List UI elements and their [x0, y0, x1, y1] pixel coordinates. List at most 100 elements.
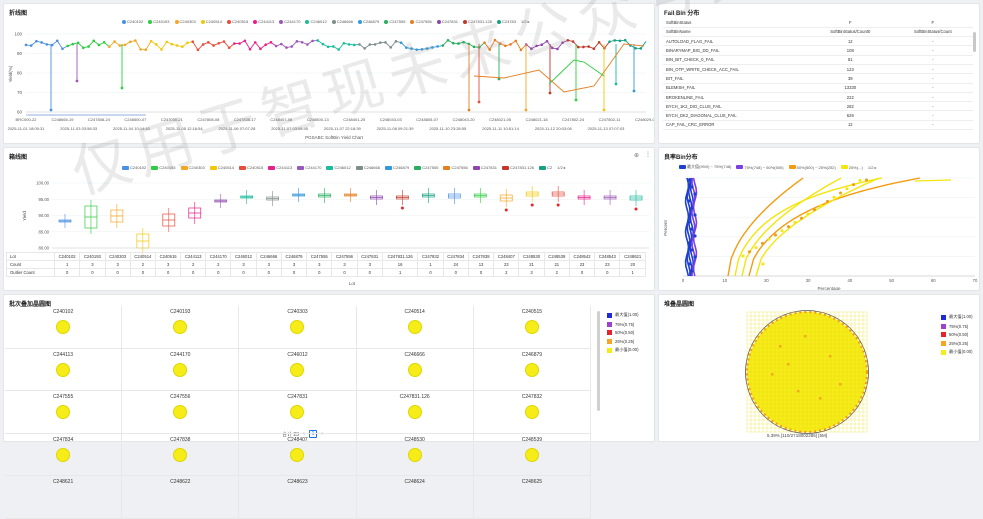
series-point [556, 48, 559, 51]
lot-map-cell[interactable]: C246666 [357, 349, 474, 392]
lot-map-cell[interactable]: C240303 [239, 306, 356, 349]
cum-chart[interactable]: 010203040506070PercentagePercent [659, 148, 980, 291]
wafer-map-thumbnail [56, 363, 70, 377]
series-point [587, 45, 590, 48]
series-point [473, 46, 476, 49]
legend-item[interactable]: 50%(0.50) [607, 328, 639, 337]
lot-map-cell[interactable]: C247834 [5, 434, 122, 477]
legend-item[interactable]: 最小值(0.00) [607, 346, 639, 355]
lot-map-scrollbar[interactable] [597, 311, 600, 411]
wafer-map-thumbnail [290, 405, 304, 419]
lot-map-cell[interactable]: C240515 [474, 306, 591, 349]
table-row: BYCH_DK2_DIAGONAL_CLUS_FAIL626- [663, 111, 973, 120]
series-point [145, 48, 148, 51]
series-point [619, 40, 622, 43]
wafer-map-thumbnail [290, 363, 304, 377]
series-point [197, 49, 200, 52]
x-tick-time: 2025-11-01 18:05:31 [8, 126, 46, 131]
series-point [572, 40, 575, 43]
lot-map-cell[interactable]: C246012 [239, 349, 356, 392]
cum-point [833, 196, 836, 199]
lot-map-cell[interactable]: C240193 [122, 306, 239, 349]
lot-map-cell[interactable]: C246879 [474, 349, 591, 392]
series-line [57, 41, 62, 49]
fail-bin-title: Fail Bin 分布 [664, 8, 699, 17]
lot-map-cell[interactable]: C240102 [5, 306, 122, 349]
table-header-row: SoftBinNameSoftBinStatus/Count0SoftBinSt… [663, 27, 973, 36]
series-point [25, 44, 28, 47]
table-cell: 3 [519, 269, 544, 277]
y-tick: 70 [17, 90, 23, 95]
wafer-die [797, 390, 800, 393]
table-cell: 12 [808, 37, 893, 46]
x-tick: 10 [722, 278, 727, 283]
lot-map-cell[interactable]: C248539 [474, 434, 591, 477]
series-point [483, 41, 486, 44]
cum-point [794, 221, 797, 224]
x-tick: C248407-08 [270, 117, 293, 122]
fail-table-scrollbar[interactable] [973, 32, 976, 52]
lot-map-cell[interactable]: C247556 [122, 391, 239, 434]
series-point [509, 43, 512, 46]
series-point [603, 109, 606, 112]
cum-point [687, 262, 690, 265]
lot-map-cell[interactable]: C247555 [5, 391, 122, 434]
cum-line [915, 180, 951, 181]
lot-map-cell[interactable]: C247831.126 [357, 391, 474, 434]
x-scrollbar [26, 114, 146, 116]
wafer-map-thumbnail [525, 320, 539, 334]
legend-item[interactable]: 25%(0.25) [607, 337, 639, 346]
lot-map-cell[interactable]: C248622 [122, 476, 239, 519]
cum-point [839, 192, 842, 195]
lot-map-label: C247838 [122, 437, 238, 443]
wafer-die [779, 345, 782, 348]
series-point [598, 41, 601, 44]
cum-point [690, 227, 693, 230]
lot-map-cell[interactable]: C248530 [357, 434, 474, 477]
lot-map-cell[interactable]: C247838 [122, 434, 239, 477]
lot-map-cell[interactable]: C240514 [357, 306, 474, 349]
series-point [66, 45, 69, 48]
y-tick: 80 [17, 71, 23, 76]
lot-map-cell[interactable]: C248625 [474, 476, 591, 519]
x-axis-label: PGSABC SoftBin Yield Chart [305, 135, 364, 140]
series-point [520, 49, 523, 52]
lot-map-cell[interactable]: C248407 [239, 434, 356, 477]
table-cell: 0 [105, 269, 130, 277]
lot-map-cell[interactable]: C247832 [474, 391, 591, 434]
table-cell: 21 [519, 261, 544, 269]
table-cell: 282 [808, 102, 893, 111]
series-point [233, 42, 236, 45]
trend-chart[interactable]: 10090807060Yield(%)BRC000-22C248665-19C2… [4, 4, 655, 144]
wafer-die [819, 397, 822, 400]
lot-map-cell[interactable]: C247831 [239, 391, 356, 434]
lot-map-cell[interactable]: C248623 [239, 476, 356, 519]
series-point [593, 47, 596, 50]
cum-line [735, 178, 882, 276]
cum-point [768, 238, 771, 241]
table-cell: - [893, 64, 973, 73]
outlier-point [557, 204, 560, 207]
lot-table-row: Count13323223333331612413232121232320 [7, 261, 646, 269]
lot-map-cell[interactable]: C248621 [5, 476, 122, 519]
table-row: AUTOLOAD_FLAG_FAIL12- [663, 37, 973, 46]
legend-item[interactable]: 最大值(1.00) [607, 311, 639, 320]
wafer-map-thumbnail [290, 448, 304, 462]
cum-point [813, 208, 816, 211]
legend-item[interactable]: 75%(0.75) [607, 320, 639, 329]
lot-map-label: C248621 [5, 479, 121, 485]
lot-map-cell[interactable]: C248624 [357, 476, 474, 519]
y-axis-label: Yield(%) [8, 65, 13, 82]
series-line [549, 60, 604, 84]
wafer-map-thumbnail [525, 448, 539, 462]
stack-wafer[interactable] [659, 295, 980, 442]
cum-point [800, 217, 803, 220]
x-tick: C248401-25 [343, 117, 366, 122]
series-point [118, 44, 121, 47]
series-point [431, 46, 434, 49]
series-point [46, 43, 49, 46]
x-tick: C247802-24 [562, 117, 585, 122]
lot-map-cell[interactable]: C244170 [122, 349, 239, 392]
x-tick: C248805-07 [416, 117, 439, 122]
lot-map-cell[interactable]: C244113 [5, 349, 122, 392]
